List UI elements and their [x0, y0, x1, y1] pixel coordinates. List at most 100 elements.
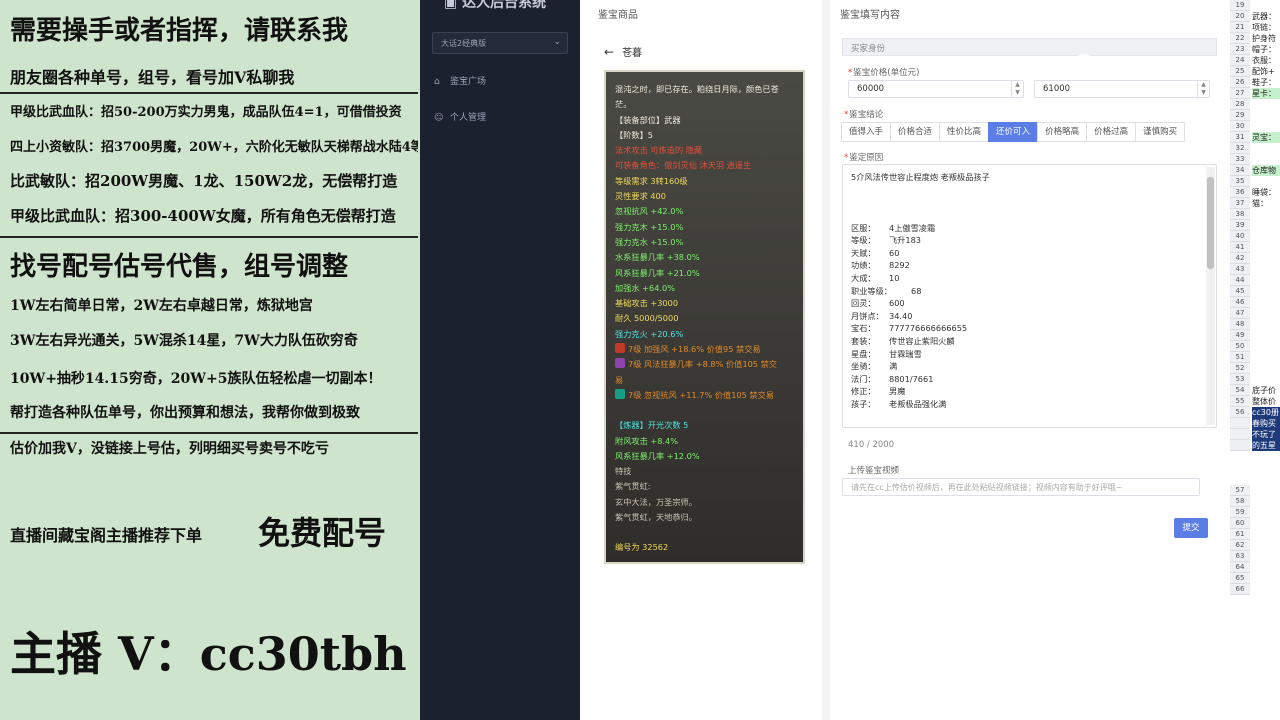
sheet-cell[interactable]: 星卡： [1252, 88, 1280, 99]
row-number[interactable]: 48 [1230, 319, 1250, 330]
sheet-cell[interactable]: 的五星 [1252, 440, 1280, 451]
sheet-cell[interactable]: 睡袋： [1252, 187, 1280, 198]
row-number[interactable]: 52 [1230, 363, 1250, 374]
row-number[interactable]: 54 [1230, 385, 1250, 396]
sheet-cell[interactable]: 武器： [1252, 11, 1280, 22]
stepper-icon[interactable]: ▲ ▼ [1011, 81, 1023, 97]
verdict-tag[interactable]: 值得入手 [841, 122, 892, 142]
item-attribute-text: 附风攻击 +8.4% [615, 435, 679, 446]
sheet-cell[interactable]: 底子价 [1252, 385, 1280, 396]
row-number[interactable]: 23 [1230, 44, 1250, 55]
sheet-cell[interactable]: 整体价 [1252, 396, 1280, 407]
row-number[interactable]: 63 [1230, 551, 1250, 562]
verdict-tag[interactable]: 谨慎购买 [1135, 122, 1186, 142]
row-number[interactable]: 41 [1230, 242, 1250, 253]
textarea-scrollbar[interactable] [1206, 167, 1215, 425]
appraisal-form: 鉴宝填写内容 买家身份 鉴宝价格(单位元) 60000▲▼ 61000▲▼ 鉴宝… [830, 0, 1230, 720]
row-number[interactable]: 43 [1230, 264, 1250, 275]
sheet-cell[interactable]: 配饰+ [1252, 66, 1280, 77]
row-number[interactable]: 57 [1230, 485, 1250, 496]
reason-textarea[interactable]: 5介风法传世容止程度炮 老叛极品孩子 区服： 4上傲雪凌霜 等级： 飞升183 天赋： 60… [842, 164, 1217, 428]
row-number[interactable]: 56 [1230, 407, 1250, 418]
row-number[interactable]: 40 [1230, 231, 1250, 242]
row-number[interactable]: 24 [1230, 55, 1250, 66]
row-number[interactable]: 59 [1230, 507, 1250, 518]
row-number[interactable]: 26 [1230, 77, 1250, 88]
row-number[interactable]: 36 [1230, 187, 1250, 198]
verdict-tag[interactable]: 性价比高 [939, 122, 990, 142]
back-button[interactable]: ← 苍暮 [604, 44, 642, 59]
submit-button[interactable]: 提交 [1174, 518, 1208, 538]
row-number[interactable]: 38 [1230, 209, 1250, 220]
row-number[interactable]: 21 [1230, 22, 1250, 33]
sheet-cell[interactable]: 帽子： [1252, 44, 1280, 55]
row-number[interactable]: 46 [1230, 297, 1250, 308]
row-number[interactable]: 42 [1230, 253, 1250, 264]
row-number[interactable]: 33 [1230, 154, 1250, 165]
row-number[interactable]: 55 [1230, 396, 1250, 407]
item-attribute-text: 紫气贯虹: [615, 481, 651, 492]
item-attribute-text: 加强水 +64.0% [615, 282, 676, 293]
verdict-tag[interactable]: 价格合适 [890, 122, 941, 142]
verdict-tag[interactable]: 价格略高 [1037, 122, 1088, 142]
sheet-cell[interactable]: 仓库物 [1252, 165, 1280, 176]
row-number[interactable]: 20 [1230, 11, 1250, 22]
row-number[interactable]: 58 [1230, 496, 1250, 507]
sheet-cell[interactable]: 衣服： [1252, 55, 1280, 66]
row-number[interactable]: 28 [1230, 99, 1250, 110]
row-number[interactable]: 19 [1230, 0, 1250, 11]
row-number[interactable] [1230, 440, 1250, 451]
price-min-input[interactable]: 60000 ▲ ▼ [848, 80, 1024, 98]
row-number[interactable]: 60 [1230, 518, 1250, 529]
row-number[interactable]: 62 [1230, 540, 1250, 551]
sheet-cell[interactable]: 项链： [1252, 22, 1280, 33]
sheet-cell[interactable]: 护身符 [1252, 33, 1280, 44]
row-number[interactable]: 47 [1230, 308, 1250, 319]
item-attribute-line: 易 [615, 373, 794, 388]
video-link-input[interactable]: 请先在cc上传估价视频后，再在此处粘贴视频链接；视频内容有助于好评哦~ [842, 478, 1200, 496]
item-attribute-text: 强力克水 +15.0% [615, 236, 684, 247]
item-attribute-text: 水系狂暴几率 +38.0% [615, 252, 700, 263]
sheet-cell[interactable]: 不玩了 [1252, 429, 1280, 440]
row-number[interactable]: 29 [1230, 110, 1250, 121]
row-number[interactable]: 30 [1230, 121, 1250, 132]
row-number[interactable]: 32 [1230, 143, 1250, 154]
row-number[interactable]: 22 [1230, 33, 1250, 44]
price-max-input[interactable]: 61000 ▲ ▼ [1034, 80, 1210, 98]
row-number[interactable]: 64 [1230, 562, 1250, 573]
sheet-cell[interactable]: 鞋子： [1252, 77, 1280, 88]
row-number[interactable]: 37 [1230, 198, 1250, 209]
row-number[interactable]: 35 [1230, 176, 1250, 187]
sheet-cell[interactable]: cc30册 [1252, 407, 1280, 418]
sheet-cell[interactable]: 灵宝： [1252, 132, 1280, 143]
row-number[interactable]: 50 [1230, 341, 1250, 352]
item-attribute-text: 忽视抗风 +42.0% [615, 206, 684, 217]
row-number[interactable]: 53 [1230, 374, 1250, 385]
row-number[interactable]: 65 [1230, 573, 1250, 584]
sheet-cell[interactable]: 春购买 [1252, 418, 1280, 429]
sheet-cell[interactable]: 猫： [1252, 198, 1280, 209]
game-version-select[interactable]: 大话2经典版 ⌄ [432, 32, 568, 54]
verdict-tag[interactable]: 还价可入 [988, 122, 1039, 142]
scrollbar-thumb[interactable] [1207, 177, 1214, 269]
row-number[interactable]: 51 [1230, 352, 1250, 363]
row-number[interactable]: 49 [1230, 330, 1250, 341]
item-attribute-text: 【炼器】开光次数 5 [615, 420, 689, 431]
row-number[interactable]: 31 [1230, 132, 1250, 143]
sidebar-item-personal[interactable]: ☺ 个人管理 [434, 110, 486, 123]
row-number[interactable]: 61 [1230, 529, 1250, 540]
row-number[interactable]: 39 [1230, 220, 1250, 231]
verdict-tag[interactable]: 价格过高 [1086, 122, 1137, 142]
row-number[interactable]: 25 [1230, 66, 1250, 77]
row-number[interactable]: 45 [1230, 286, 1250, 297]
reason-key: 等级： [851, 235, 876, 246]
sidebar-item-appraisal-square[interactable]: ⌂ 鉴宝广场 [434, 74, 486, 87]
row-number[interactable]: 66 [1230, 584, 1250, 595]
row-number[interactable]: 27 [1230, 88, 1250, 99]
row-number[interactable] [1230, 418, 1250, 429]
sidebar-item-label: 个人管理 [450, 113, 487, 123]
row-number[interactable]: 34 [1230, 165, 1250, 176]
stepper-icon[interactable]: ▲ ▼ [1197, 81, 1209, 97]
row-number[interactable] [1230, 429, 1250, 440]
row-number[interactable]: 44 [1230, 275, 1250, 286]
